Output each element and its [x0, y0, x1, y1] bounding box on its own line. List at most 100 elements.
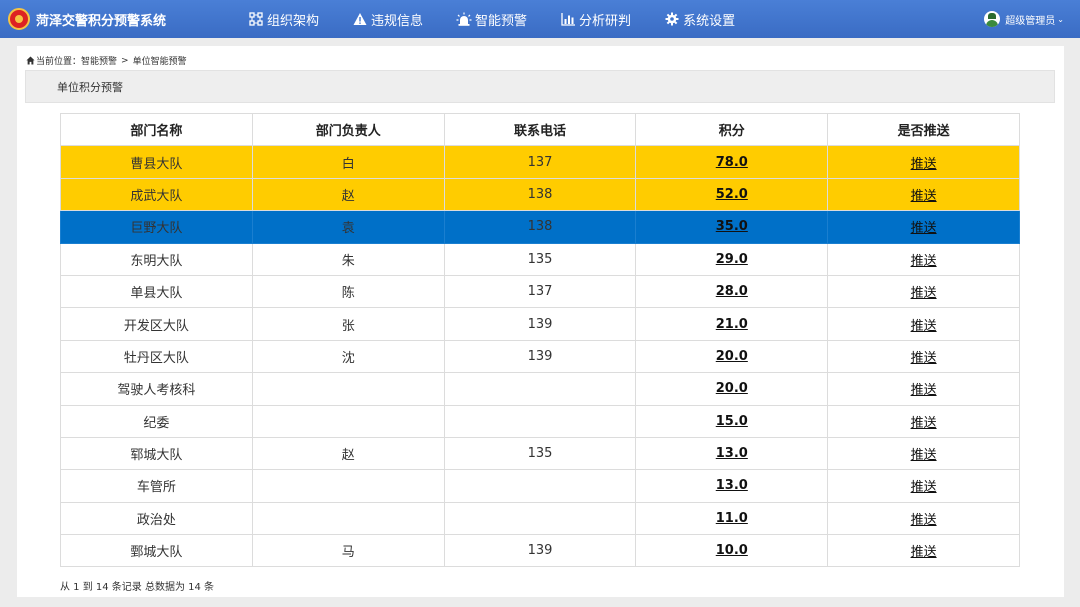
- phone-cell: 139: [443, 339, 637, 374]
- score-link[interactable]: 28.0: [716, 284, 748, 299]
- score-link[interactable]: 11.0: [716, 511, 748, 526]
- score-link[interactable]: 78.0: [716, 155, 748, 170]
- table-row: 郓城大队赵 135 13.0 推送: [60, 436, 1020, 471]
- dept-name-cell: 纪委: [60, 404, 253, 438]
- push-link[interactable]: 推送: [911, 254, 937, 269]
- push-link[interactable]: 推送: [911, 545, 937, 560]
- push-link[interactable]: 推送: [911, 448, 937, 463]
- app-title: 菏泽交警积分预警系统: [36, 13, 167, 29]
- score-link[interactable]: 20.0: [716, 381, 748, 396]
- dept-name-cell: 成武大队: [60, 177, 253, 212]
- phone-cell: 138: [443, 177, 637, 212]
- column-header: 积分: [635, 112, 829, 147]
- push-link[interactable]: 推送: [911, 157, 937, 172]
- table-row: 开发区大队张 139 21.0 推送: [60, 307, 1020, 341]
- phone-cell: 138: [443, 210, 637, 244]
- score-cell: 15.0: [635, 404, 829, 438]
- leader-cell: [251, 469, 445, 503]
- table-row: 纪委 15.0 推送: [60, 404, 1020, 438]
- score-cell: 10.0: [635, 534, 829, 568]
- chevron-down-icon: ⌄: [1057, 14, 1064, 24]
- phone-cell: 137: [443, 274, 637, 309]
- dept-name-cell: 车管所: [60, 469, 253, 503]
- score-link[interactable]: 35.0: [716, 219, 748, 234]
- score-link[interactable]: 10.0: [716, 543, 748, 558]
- table-body: 曹县大队白 137 78.0 推送 成武大队赵 138 52.0 推送 巨野大队袁 138 35.0…: [60, 145, 1020, 568]
- score-link[interactable]: 20.0: [716, 349, 748, 364]
- push-link[interactable]: 推送: [911, 513, 937, 528]
- dept-name-cell: 东明大队: [60, 242, 253, 276]
- push-cell: 推送: [827, 372, 1020, 406]
- nav-violations[interactable]: 违规信息: [352, 0, 423, 38]
- nav-smart-warning[interactable]: 智能预警: [456, 0, 527, 38]
- dept-name-cell: 驾驶人考核科: [60, 372, 253, 406]
- push-link[interactable]: 推送: [911, 221, 937, 236]
- phone-cell: 139: [443, 307, 637, 341]
- table-row: 鄄城大队马 139 10.0 推送: [60, 534, 1020, 568]
- section-title: 单位积分预警: [57, 80, 123, 94]
- push-link[interactable]: 推送: [911, 480, 937, 495]
- push-cell: 推送: [827, 177, 1020, 212]
- push-cell: 推送: [827, 274, 1020, 309]
- section-header: 单位积分预警: [25, 70, 1055, 103]
- phone-cell: 137: [443, 145, 637, 179]
- table-row: 政治处 11.0 推送: [60, 501, 1020, 536]
- nav-org-structure[interactable]: 组织架构: [248, 0, 319, 38]
- push-cell: 推送: [827, 436, 1020, 471]
- score-cell: 35.0: [635, 210, 829, 244]
- nav-label: 分析研判: [579, 13, 632, 29]
- leader-cell: [251, 372, 445, 406]
- user-name: 超级管理员: [1005, 15, 1056, 27]
- phone-cell: 139: [443, 534, 637, 568]
- score-cell: 20.0: [635, 372, 829, 406]
- phone-cell: [443, 404, 637, 438]
- score-cell: 52.0: [635, 177, 829, 212]
- gear-icon: [664, 11, 680, 27]
- table-row: 单县大队陈 137 28.0 推送: [60, 274, 1020, 309]
- breadcrumb-item[interactable]: 智能预警: [81, 54, 117, 67]
- score-link[interactable]: 29.0: [716, 252, 748, 267]
- push-link[interactable]: 推送: [911, 351, 937, 366]
- leader-cell: 张: [251, 307, 445, 341]
- push-link[interactable]: 推送: [911, 416, 937, 431]
- leader-cell: 马: [251, 534, 445, 568]
- score-link[interactable]: 13.0: [716, 478, 748, 493]
- push-cell: 推送: [827, 501, 1020, 536]
- nav-analysis[interactable]: 分析研判: [560, 0, 631, 38]
- police-emblem-icon: [8, 8, 30, 30]
- table-row: 成武大队赵 138 52.0 推送: [60, 177, 1020, 212]
- bar-chart-icon: [560, 11, 576, 27]
- leader-cell: 赵: [251, 177, 445, 212]
- leader-cell: 陈: [251, 274, 445, 309]
- score-link[interactable]: 13.0: [716, 446, 748, 461]
- score-cell: 78.0: [635, 145, 829, 179]
- dept-name-cell: 鄄城大队: [60, 534, 253, 568]
- user-menu[interactable]: 超级管理员 ⌄: [984, 0, 1064, 38]
- brand[interactable]: 菏泽交警积分预警系统: [8, 7, 166, 31]
- nav-system-settings[interactable]: 系统设置: [664, 0, 735, 38]
- phone-cell: 135: [443, 436, 637, 471]
- warning-table: 部门名称 部门负责人 联系电话 积分 是否推送 曹县大队白 137 78.0 推送 成武…: [60, 112, 1020, 568]
- leader-cell: 袁: [251, 210, 445, 244]
- score-cell: 13.0: [635, 469, 829, 503]
- push-cell: 推送: [827, 307, 1020, 341]
- score-cell: 11.0: [635, 501, 829, 536]
- push-cell: 推送: [827, 534, 1020, 568]
- score-cell: 21.0: [635, 307, 829, 341]
- score-link[interactable]: 52.0: [716, 187, 748, 202]
- home-icon: [26, 56, 35, 65]
- score-link[interactable]: 21.0: [716, 317, 748, 332]
- push-link[interactable]: 推送: [911, 286, 937, 301]
- push-link[interactable]: 推送: [911, 383, 937, 398]
- score-link[interactable]: 15.0: [716, 414, 748, 429]
- phone-cell: [443, 469, 637, 503]
- push-link[interactable]: 推送: [911, 319, 937, 334]
- breadcrumb-separator: >: [121, 55, 129, 66]
- nav-label: 系统设置: [683, 13, 736, 29]
- push-cell: 推送: [827, 469, 1020, 503]
- score-cell: 28.0: [635, 274, 829, 309]
- push-link[interactable]: 推送: [911, 189, 937, 204]
- phone-cell: [443, 501, 637, 536]
- warning-icon: [352, 11, 368, 27]
- nav-label: 智能预警: [475, 13, 528, 29]
